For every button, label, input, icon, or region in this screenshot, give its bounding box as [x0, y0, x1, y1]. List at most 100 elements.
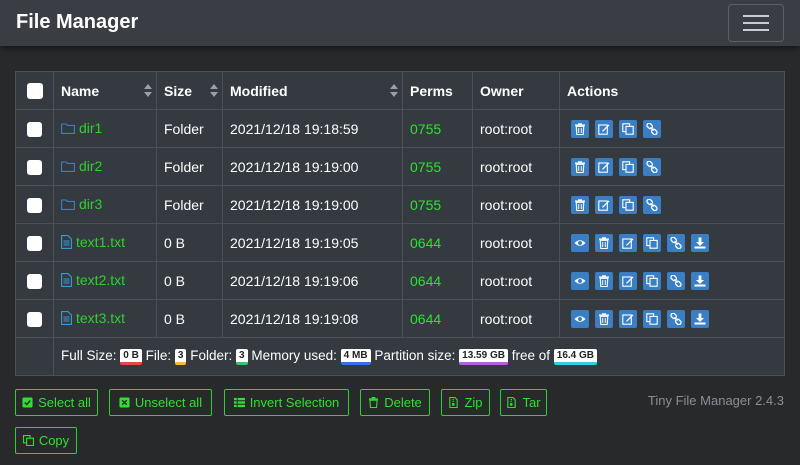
link-button[interactable]	[667, 271, 685, 290]
edit-button[interactable]	[595, 157, 613, 176]
copy-button[interactable]	[643, 233, 661, 252]
perms-link[interactable]: 0755	[410, 159, 441, 175]
copy-button[interactable]	[619, 157, 637, 176]
perms-link[interactable]: 0644	[410, 235, 441, 251]
edit-button[interactable]	[595, 119, 613, 138]
copy-icon	[646, 236, 658, 249]
link-button[interactable]	[643, 119, 661, 138]
file-name-link[interactable]: text1.txt	[61, 234, 125, 250]
eye-button[interactable]	[571, 271, 589, 290]
row-checkbox[interactable]	[27, 311, 42, 327]
table-row[interactable]: dir3 Folder 2021/12/18 19:19:00 0755 root:ro…	[15, 185, 785, 224]
table-row[interactable]: text3.txt 0 B 2021/12/18 19:19:08 0644 root:…	[15, 299, 785, 338]
perms-cell: 0644	[402, 223, 473, 262]
table-row[interactable]: text1.txt 0 B 2021/12/18 19:19:05 0644 root:…	[15, 223, 785, 262]
name-cell: text3.txt	[53, 299, 157, 338]
invert-selection-button[interactable]: Invert Selection	[224, 389, 349, 416]
trash-button[interactable]	[571, 195, 589, 214]
copy-button[interactable]	[643, 271, 661, 290]
download-button[interactable]	[691, 309, 709, 328]
row-actions	[567, 271, 777, 290]
link-button[interactable]	[667, 233, 685, 252]
name-cell: text2.txt	[53, 261, 157, 300]
delete-button[interactable]: Delete	[360, 389, 430, 416]
row-select-cell	[15, 299, 54, 338]
copy-icon	[646, 274, 658, 287]
row-checkbox[interactable]	[27, 273, 42, 289]
hamburger-line	[743, 29, 769, 31]
unselect-all-button[interactable]: Unselect all	[109, 389, 212, 416]
eye-button[interactable]	[571, 233, 589, 252]
download-button[interactable]	[691, 233, 709, 252]
copy-icon	[622, 198, 634, 211]
header-owner: Owner	[472, 71, 560, 110]
edit-button[interactable]	[619, 271, 637, 290]
hamburger-line	[743, 22, 769, 24]
file-name-link[interactable]: text2.txt	[61, 272, 125, 288]
invert-selection-label: Invert Selection	[249, 395, 340, 410]
file-text-icon	[61, 234, 72, 249]
perms-link[interactable]: 0755	[410, 197, 441, 213]
navbar: File Manager	[0, 0, 800, 46]
header-name[interactable]: Name	[53, 71, 157, 110]
file-name-link[interactable]: text3.txt	[61, 310, 125, 326]
tar-button[interactable]: Tar	[500, 389, 547, 416]
actions-cell	[559, 223, 785, 262]
trash-button[interactable]	[571, 119, 589, 138]
perms-link[interactable]: 0755	[410, 121, 441, 137]
row-checkbox[interactable]	[27, 197, 42, 213]
size-cell: Folder	[156, 147, 223, 186]
copy-button[interactable]	[619, 119, 637, 138]
edit-icon	[622, 237, 634, 249]
free-label: free of	[511, 348, 550, 364]
copy-button[interactable]: Copy	[15, 427, 77, 454]
modified-cell: 2021/12/18 19:19:00	[222, 185, 403, 224]
copy-icon	[646, 312, 658, 325]
link-button[interactable]	[643, 157, 661, 176]
table-row[interactable]: dir1 Folder 2021/12/18 19:18:59 0755 root:ro…	[15, 109, 785, 148]
file-name-link[interactable]: dir1	[61, 120, 102, 136]
eye-button[interactable]	[571, 309, 589, 328]
header-modified[interactable]: Modified	[222, 71, 403, 110]
link-button[interactable]	[667, 309, 685, 328]
table-row[interactable]: text2.txt 0 B 2021/12/18 19:19:06 0644 root:…	[15, 261, 785, 300]
trash-icon	[574, 122, 586, 135]
file-table: Name Size Modified Perms Owner Actions d…	[15, 71, 785, 376]
select-all-checkbox[interactable]	[26, 83, 43, 100]
header-modified-label: Modified	[230, 82, 288, 99]
brand-title[interactable]: File Manager	[16, 11, 138, 34]
trash-button[interactable]	[571, 157, 589, 176]
size-cell: Folder	[156, 185, 223, 224]
download-button[interactable]	[691, 271, 709, 290]
menu-toggle-button[interactable]	[728, 4, 784, 42]
header-size[interactable]: Size	[156, 71, 223, 110]
actions-cell	[559, 109, 785, 148]
select-all-button[interactable]: Select all	[15, 389, 98, 416]
edit-button[interactable]	[619, 233, 637, 252]
link-button[interactable]	[643, 195, 661, 214]
copy-button[interactable]	[619, 195, 637, 214]
zip-button[interactable]: Zip	[441, 389, 490, 416]
link-icon	[670, 312, 682, 325]
edit-button[interactable]	[619, 309, 637, 328]
file-table-container: Name Size Modified Perms Owner Actions d…	[15, 71, 785, 376]
file-name-link[interactable]: dir3	[61, 196, 102, 212]
folder-icon	[61, 199, 75, 210]
actions-cell	[559, 147, 785, 186]
file-name: dir3	[79, 196, 103, 213]
copy-button[interactable]	[643, 309, 661, 328]
modified-cell: 2021/12/18 19:19:05	[222, 223, 403, 262]
row-checkbox[interactable]	[27, 121, 42, 137]
edit-button[interactable]	[595, 195, 613, 214]
row-checkbox[interactable]	[27, 235, 42, 251]
trash-button[interactable]	[595, 309, 613, 328]
edit-icon	[622, 275, 634, 287]
row-checkbox[interactable]	[27, 159, 42, 175]
trash-button[interactable]	[595, 271, 613, 290]
perms-link[interactable]: 0644	[410, 311, 441, 327]
perms-link[interactable]: 0644	[410, 273, 441, 289]
file-name-link[interactable]: dir2	[61, 158, 102, 174]
table-row[interactable]: dir2 Folder 2021/12/18 19:19:00 0755 root:ro…	[15, 147, 785, 186]
trash-button[interactable]	[595, 233, 613, 252]
folder-icon	[61, 161, 75, 172]
